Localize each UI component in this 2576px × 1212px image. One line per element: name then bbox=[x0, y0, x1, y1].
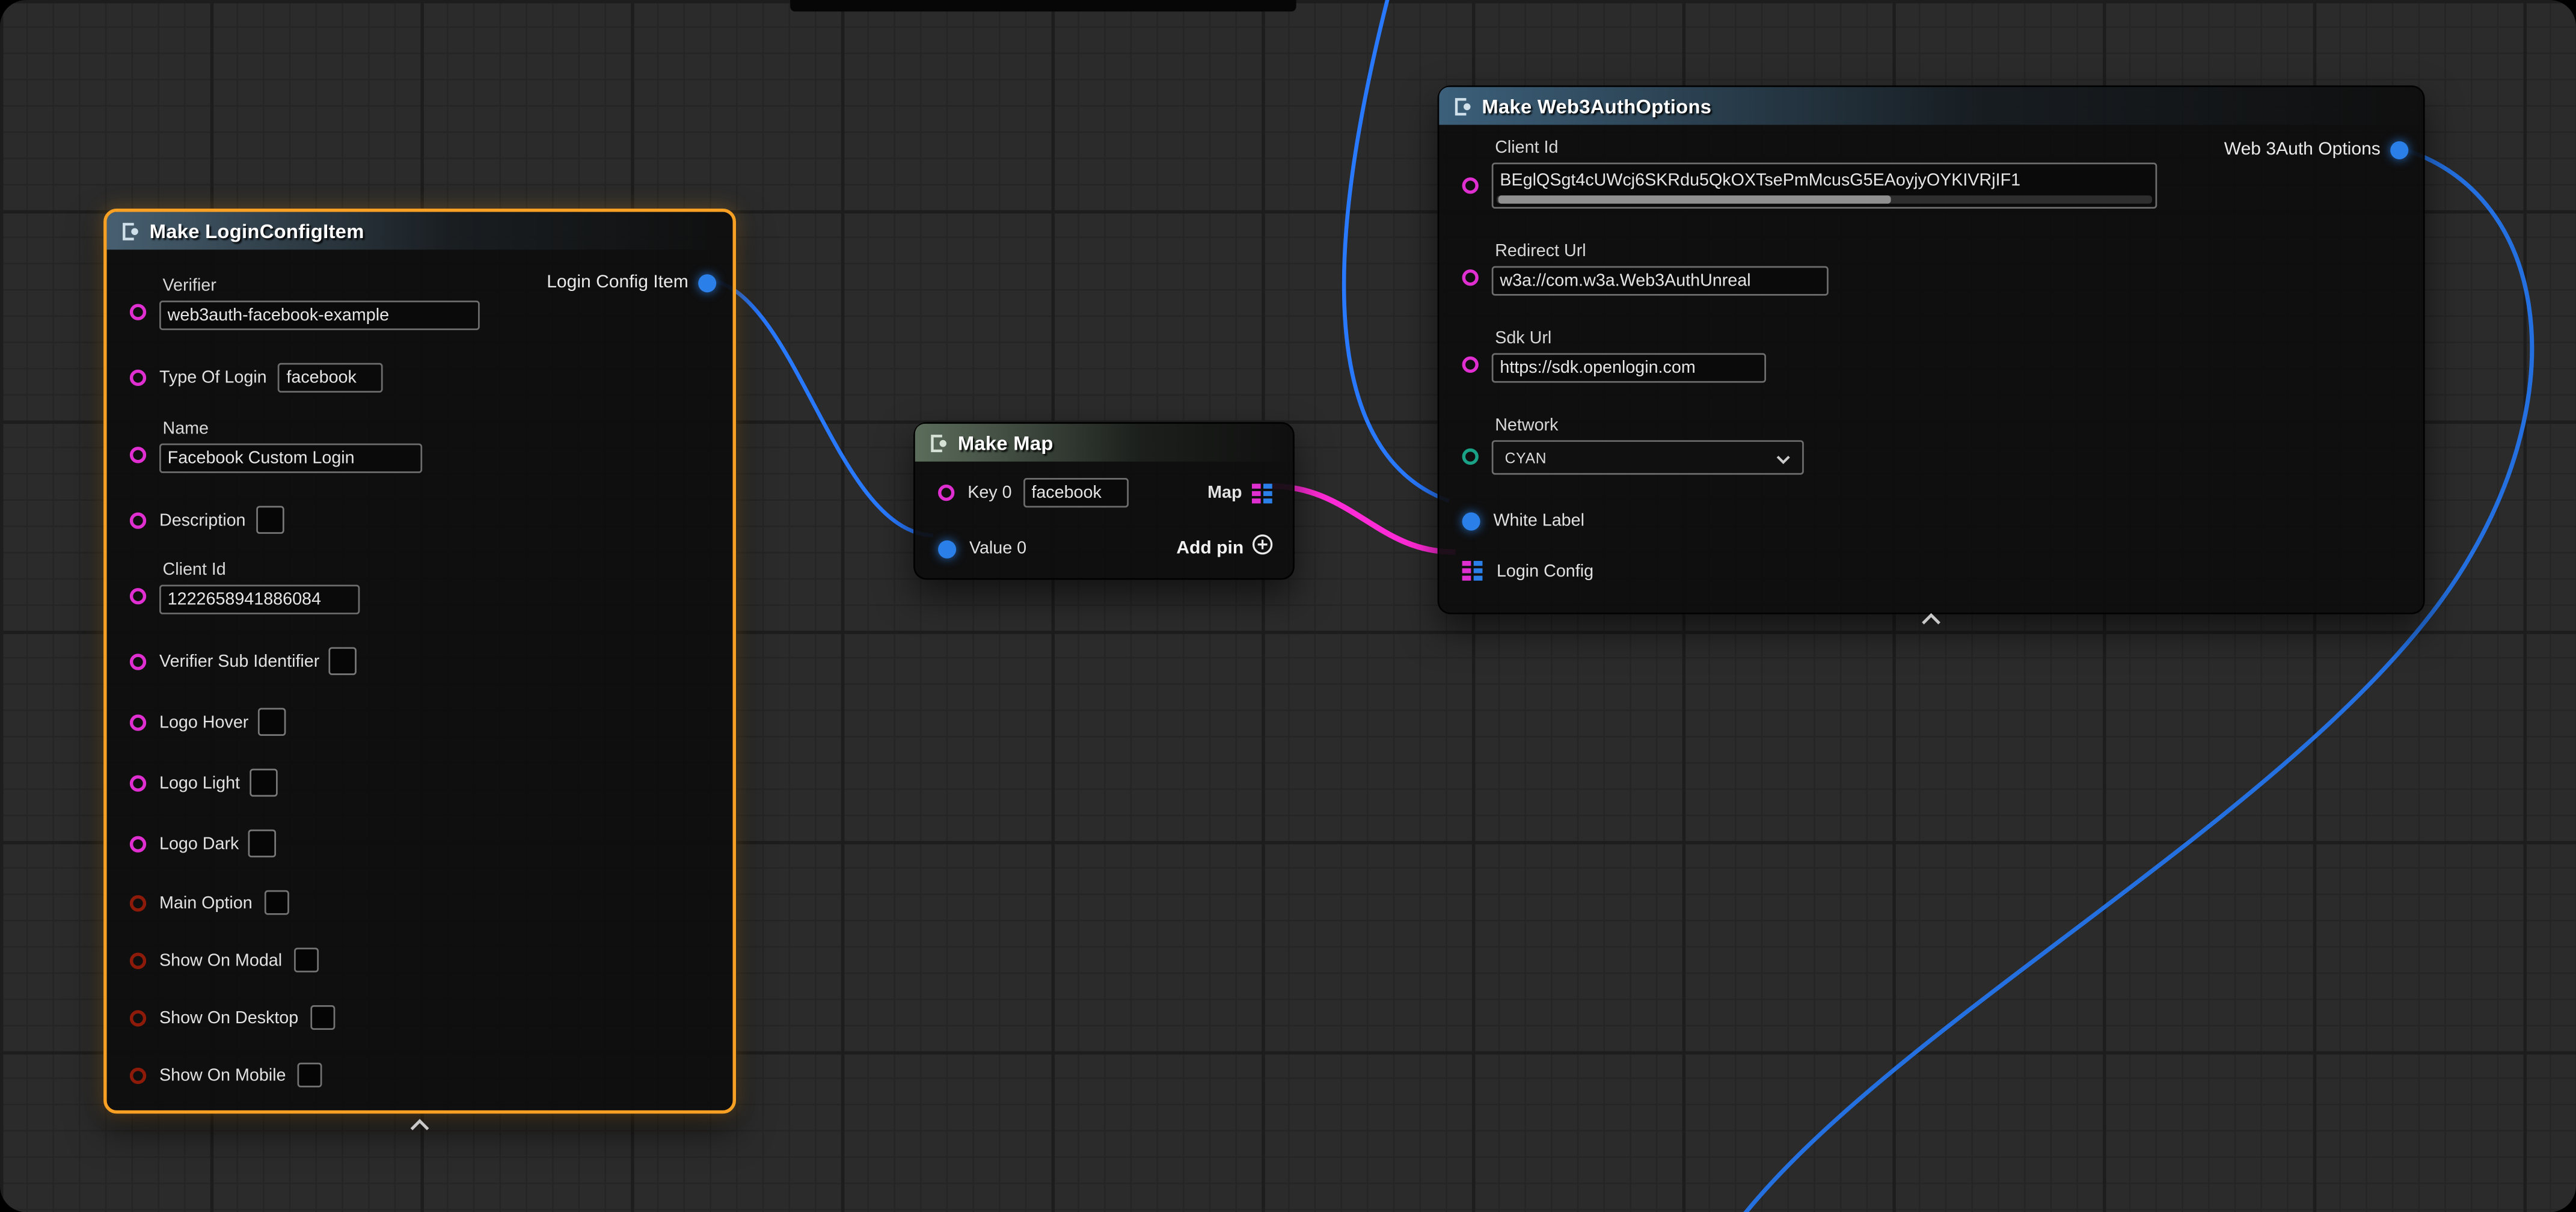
pin-label-show-on-mobile: Show On Mobile bbox=[159, 1065, 286, 1085]
client-id-input[interactable] bbox=[1493, 168, 2155, 194]
pin-label-network: Network bbox=[1495, 415, 1804, 435]
pin-label-value-0: Value 0 bbox=[969, 539, 1026, 559]
input-pin-main-option[interactable] bbox=[130, 895, 146, 911]
pin-label-client-id: Client Id bbox=[1495, 138, 2157, 158]
input-pin-white-label[interactable] bbox=[1462, 512, 1480, 530]
type-of-login-input[interactable] bbox=[278, 363, 384, 393]
pin-label-verifier: Verifier bbox=[162, 276, 479, 296]
wire-loginconfigitem-to-value0[interactable] bbox=[707, 279, 933, 535]
node-make-loginconfigitem-header[interactable]: Make LoginConfigItem bbox=[107, 212, 733, 249]
pin-label-client-id: Client Id bbox=[162, 560, 360, 580]
add-pin-label: Add pin bbox=[1176, 539, 1244, 559]
redirect-url-input[interactable] bbox=[1492, 266, 1829, 296]
show-on-modal-checkbox[interactable] bbox=[293, 947, 318, 972]
input-pin-show-on-mobile[interactable] bbox=[130, 1067, 146, 1083]
pin-label-show-on-desktop: Show On Desktop bbox=[159, 1008, 298, 1027]
client-id-input-box[interactable] bbox=[1492, 162, 2157, 208]
node-title: Make Web3AuthOptions bbox=[1482, 94, 1711, 117]
show-on-mobile-checkbox[interactable] bbox=[298, 1063, 322, 1088]
collapse-chevron-icon[interactable] bbox=[409, 1110, 431, 1140]
make-map-icon bbox=[928, 433, 948, 453]
input-pin-sdk-url[interactable] bbox=[1462, 357, 1479, 373]
pin-label-logo-light: Logo Light bbox=[159, 773, 240, 792]
logo-dark-input[interactable] bbox=[249, 830, 277, 857]
pin-label-key-0: Key 0 bbox=[968, 483, 1011, 503]
input-pin-name[interactable] bbox=[130, 447, 146, 463]
offscreen-node-edge bbox=[790, 0, 1296, 11]
make-struct-icon bbox=[120, 221, 140, 240]
chevron-down-icon bbox=[1776, 442, 1791, 472]
input-pin-key-0[interactable] bbox=[938, 485, 954, 501]
pin-label-logo-hover: Logo Hover bbox=[159, 712, 248, 732]
sdk-url-input[interactable] bbox=[1492, 353, 1766, 382]
pin-label-description: Description bbox=[159, 510, 246, 530]
input-pin-value-0[interactable] bbox=[938, 539, 956, 557]
input-pin-show-on-modal[interactable] bbox=[130, 952, 146, 968]
input-pin-client-id[interactable] bbox=[1462, 177, 1479, 194]
output-pin-map[interactable] bbox=[1252, 482, 1274, 504]
input-pin-verifier-sub-identifier[interactable] bbox=[130, 653, 146, 669]
node-make-web3authoptions-header[interactable]: Make Web3AuthOptions bbox=[1439, 87, 2423, 125]
name-input[interactable] bbox=[159, 444, 422, 473]
logo-hover-input[interactable] bbox=[259, 708, 286, 736]
input-pin-login-config[interactable] bbox=[1462, 560, 1484, 582]
input-pin-redirect-url[interactable] bbox=[1462, 269, 1479, 286]
input-pin-description[interactable] bbox=[130, 512, 146, 528]
client-id-input[interactable] bbox=[159, 585, 360, 614]
verifier-sub-identifier-input[interactable] bbox=[330, 647, 357, 675]
blueprint-graph[interactable]: Make LoginConfigItem Login Config Item V… bbox=[0, 0, 2576, 1212]
pin-label-redirect-url: Redirect Url bbox=[1495, 242, 1829, 262]
add-pin-button[interactable]: Add pin bbox=[1176, 534, 1273, 563]
input-pin-logo-hover[interactable] bbox=[130, 714, 146, 730]
node-title: Make Map bbox=[958, 431, 1053, 454]
input-pin-show-on-desktop[interactable] bbox=[130, 1009, 146, 1026]
pin-label-login-config: Login Config bbox=[1497, 561, 1593, 581]
node-title: Make LoginConfigItem bbox=[150, 219, 364, 242]
pin-label-show-on-modal: Show On Modal bbox=[159, 950, 282, 970]
pin-label-sdk-url: Sdk Url bbox=[1495, 328, 1766, 348]
show-on-desktop-checkbox[interactable] bbox=[310, 1005, 334, 1030]
pin-label-white-label: White Label bbox=[1493, 511, 1584, 531]
pin-label-type-of-login: Type Of Login bbox=[159, 368, 267, 388]
network-dropdown[interactable]: CYAN bbox=[1492, 440, 1804, 474]
logo-light-input[interactable] bbox=[250, 769, 277, 797]
verifier-input[interactable] bbox=[159, 301, 480, 330]
input-pin-logo-light[interactable] bbox=[130, 774, 146, 791]
node-make-loginconfigitem[interactable]: Make LoginConfigItem Login Config Item V… bbox=[103, 209, 736, 1113]
make-struct-icon bbox=[1452, 96, 1472, 116]
input-pin-client-id[interactable] bbox=[130, 588, 146, 604]
pin-label-map: Map bbox=[1207, 483, 1242, 503]
main-option-checkbox[interactable] bbox=[264, 890, 289, 915]
pin-label-name: Name bbox=[162, 419, 422, 439]
input-pin-verifier[interactable] bbox=[130, 304, 146, 320]
node-make-map[interactable]: Make Map Key 0 Map Value 0 bbox=[913, 422, 1295, 580]
key-0-input[interactable] bbox=[1023, 478, 1129, 507]
blueprint-editor: Make LoginConfigItem Login Config Item V… bbox=[0, 0, 2576, 1212]
node-make-map-header[interactable]: Make Map bbox=[915, 424, 1293, 462]
description-input[interactable] bbox=[256, 506, 283, 533]
client-id-scrollbar[interactable] bbox=[1497, 195, 2152, 204]
input-pin-type-of-login[interactable] bbox=[130, 370, 146, 386]
network-dropdown-value: CYAN bbox=[1505, 449, 1547, 465]
pin-label-logo-dark: Logo Dark bbox=[159, 834, 239, 854]
add-pin-plus-icon bbox=[1252, 534, 1274, 563]
pin-label-verifier-sub-identifier: Verifier Sub Identifier bbox=[159, 651, 319, 671]
input-pin-logo-dark[interactable] bbox=[130, 835, 146, 851]
node-make-web3authoptions[interactable]: Make Web3AuthOptions Web 3Auth Options C… bbox=[1438, 85, 2425, 614]
collapse-chevron-icon[interactable] bbox=[1921, 604, 1942, 634]
input-pin-network[interactable] bbox=[1462, 448, 1479, 465]
pin-label-main-option: Main Option bbox=[159, 893, 253, 913]
client-id-scroll-thumb[interactable] bbox=[1498, 195, 1892, 204]
wire-top-to-whitelabel[interactable] bbox=[1344, 0, 1449, 501]
